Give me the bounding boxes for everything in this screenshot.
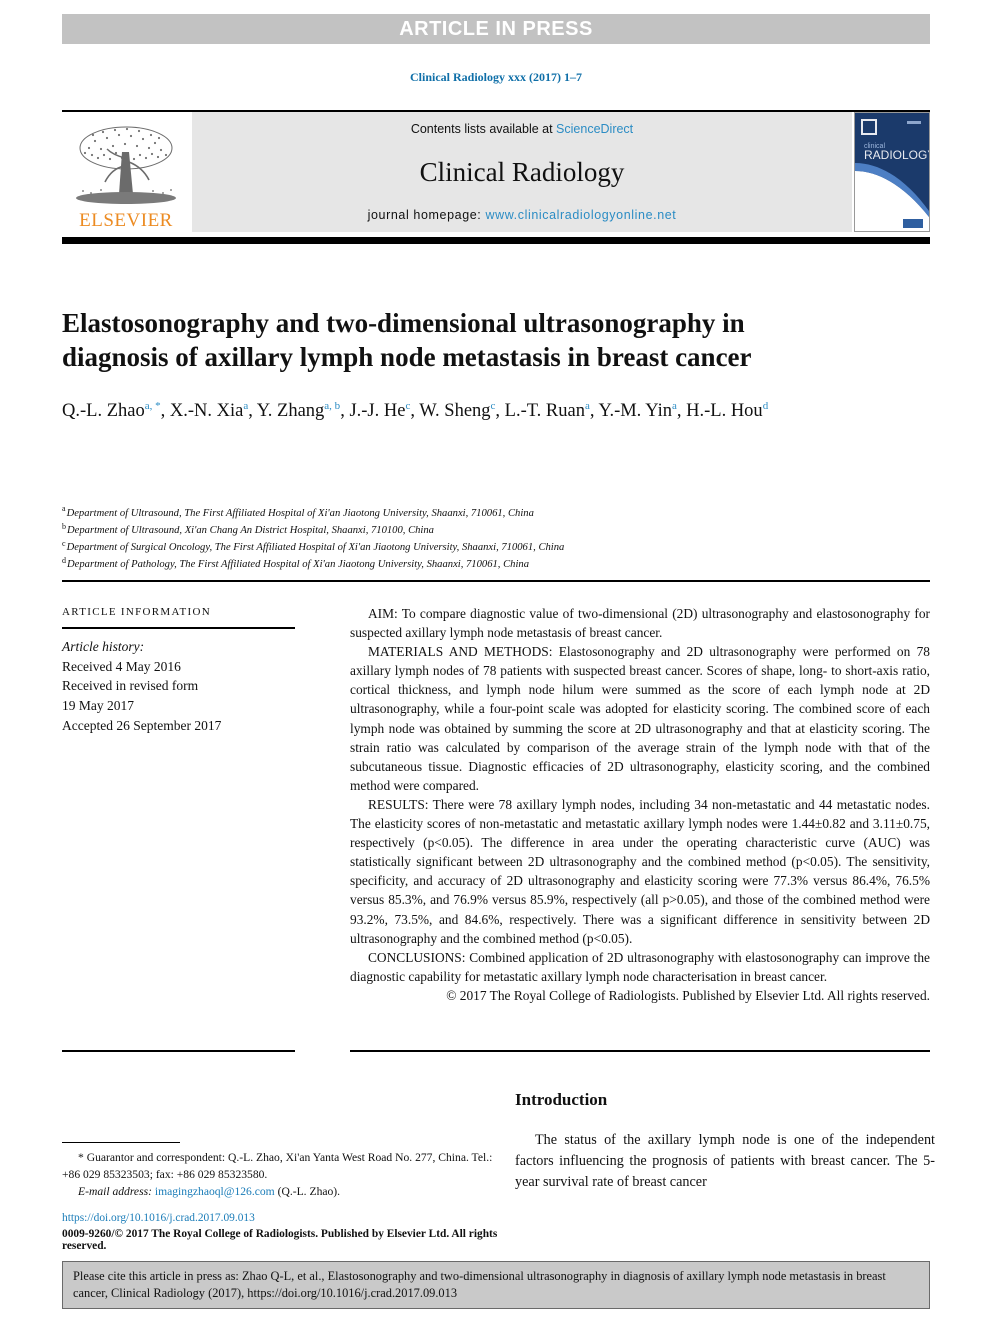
author-name: Q.-L. Zhao <box>62 401 145 421</box>
author-affiliation-mark: a <box>585 399 590 412</box>
author-affiliation-mark: a, b <box>324 399 341 412</box>
email-owner: (Q.-L. Zhao). <box>277 1184 341 1198</box>
journal-cover-thumbnail: clinical RADIOLOGY <box>854 112 930 232</box>
author-name: X.-N. Xia <box>169 401 244 421</box>
affiliation-item: aDepartment of Ultrasound, The First Aff… <box>62 505 862 522</box>
abstract-paragraph-aim: AIM: To compare diagnostic value of two-… <box>350 604 930 642</box>
affiliation-text: Department of Surgical Oncology, The Fir… <box>66 542 565 554</box>
abstract-panel: AIM: To compare diagnostic value of two-… <box>350 604 930 1005</box>
abstract-copyright: © 2017 The Royal College of Radiologists… <box>446 987 930 1003</box>
abstract-label-results: RESULTS: <box>368 796 429 812</box>
affiliation-mark: d <box>62 555 66 565</box>
introduction-heading: Introduction <box>515 1090 608 1109</box>
author-affiliation-mark: a <box>671 399 677 412</box>
journal-title: Clinical Radiology <box>419 156 625 187</box>
author-list: Q.-L. Zhaoa, *, X.-N. Xiaa, Y. Zhanga, b… <box>62 399 769 421</box>
abstract-label-aim: AIM: <box>368 606 398 621</box>
homepage-prefix: journal homepage: <box>367 208 486 222</box>
masthead-bottom-rule <box>62 237 930 244</box>
abstract-block-top-rule <box>62 580 930 582</box>
affiliation-item: dDepartment of Pathology, The First Affi… <box>62 556 862 573</box>
running-head-citation: Clinical Radiology xxx (2017) 1–7 <box>409 70 582 84</box>
journal-cover-artwork: clinical RADIOLOGY <box>855 113 929 231</box>
author-affiliation-mark: c <box>490 399 496 412</box>
abstract-label-conclusions: CONCLUSIONS: <box>368 949 466 965</box>
article-information-rule <box>62 627 295 629</box>
author-affiliation-mark: a, * <box>144 399 161 412</box>
article-in-press-label: ARTICLE IN PRESS <box>399 17 593 40</box>
journal-homepage-line: journal homepage: www.clinicalradiologyo… <box>368 208 677 222</box>
cite-this-article-text: Please cite this article in press as: Zh… <box>73 1269 886 1301</box>
article-information-heading: ARTICLE INFORMATION <box>62 606 212 618</box>
page-title: Elastosonography and two-dimensional ult… <box>62 308 752 373</box>
author-name: J.-J. He <box>349 401 406 421</box>
abstract-paragraph-results: RESULTS: There were 78 axillary lymph no… <box>350 795 930 948</box>
affiliation-text: Department of Ultrasound, The First Affi… <box>66 508 534 519</box>
abstract-column-bottom-rule <box>350 1050 930 1052</box>
affiliation-mark: c <box>62 538 66 548</box>
author-name: Y. Zhang <box>256 401 325 421</box>
article-history-block: Article history: Received 4 May 2016 Rec… <box>62 637 295 736</box>
affiliation-mark: b <box>62 521 66 531</box>
contents-lists-prefix: Contents lists available at <box>410 122 557 136</box>
elsevier-logo: ELSEVIER <box>62 112 190 232</box>
article-history-revised-label: Received in revised form <box>62 678 199 694</box>
author-name: L.-T. Ruan <box>504 401 585 421</box>
affiliation-text: Department of Pathology, The First Affil… <box>67 559 529 571</box>
introduction-paragraph: The status of the axillary lymph node is… <box>515 1132 935 1190</box>
email-line: E-mail address: imagingzhaoql@126.com (Q… <box>62 1184 502 1201</box>
corresponding-author-note: * Guarantor and correspondent: Q.-L. Zha… <box>62 1151 493 1181</box>
sciencedirect-link[interactable]: ScienceDirect <box>556 122 633 136</box>
affiliation-item: bDepartment of Ultrasound, Xi'an Chang A… <box>62 522 862 539</box>
abstract-text-results: There were 78 axillary lymph nodes, incl… <box>350 796 930 946</box>
author-affiliation-mark: a <box>243 399 249 412</box>
article-information-panel: ARTICLE INFORMATION Article history: Rec… <box>62 606 295 736</box>
article-history-accepted: Accepted 26 September 2017 <box>62 717 222 733</box>
author-name: Y.-M. Yin <box>598 401 672 421</box>
abstract-paragraph-methods: MATERIALS AND METHODS: Elastosonography … <box>350 642 930 795</box>
affiliation-mark: a <box>62 504 66 514</box>
journal-masthead: ELSEVIER Contents lists available at Sci… <box>62 110 930 232</box>
article-history-revised-date: 19 May 2017 <box>62 698 134 714</box>
abstract-text-aim: To compare diagnostic value of two-dimen… <box>350 606 930 641</box>
email-link[interactable]: imagingzhaoql@126.com <box>155 1185 275 1198</box>
footnote-separator-rule <box>62 1142 180 1143</box>
email-label: E-mail address: <box>78 1184 152 1198</box>
article-history-received: Received 4 May 2016 <box>62 658 181 674</box>
cite-this-article-box: Please cite this article in press as: Zh… <box>62 1261 930 1309</box>
masthead-center-panel: Contents lists available at ScienceDirec… <box>192 112 852 232</box>
elsevier-wordmark: ELSEVIER <box>79 210 173 231</box>
affiliation-text: Department of Ultrasound, Xi'an Chang An… <box>67 525 434 537</box>
issn-copyright-line: 0009-9260/© 2017 The Royal College of Ra… <box>62 1228 498 1252</box>
affiliation-item: cDepartment of Surgical Oncology, The Fi… <box>62 539 862 556</box>
footnote-block: * Guarantor and correspondent: Q.-L. Zha… <box>62 1150 502 1201</box>
author-name: W. Sheng <box>419 401 491 421</box>
contents-lists-line: Contents lists available at ScienceDirec… <box>411 122 633 136</box>
elsevier-tree-icon <box>76 126 176 204</box>
author-name: H.-L. Hou <box>686 401 763 421</box>
info-column-bottom-rule <box>62 1050 295 1052</box>
journal-homepage-link[interactable]: www.clinicalradiologyonline.net <box>485 208 676 222</box>
doi-link[interactable]: https://doi.org/10.1016/j.crad.2017.09.0… <box>62 1212 255 1224</box>
affiliation-list: aDepartment of Ultrasound, The First Aff… <box>62 505 862 574</box>
author-affiliation-mark: c <box>405 399 411 412</box>
abstract-text-methods: Elastosonography and 2D ultrasonography … <box>350 644 930 793</box>
article-history-label: Article history: <box>62 639 145 654</box>
introduction-body: The status of the axillary lymph node is… <box>515 1130 935 1193</box>
author-affiliation-mark: d <box>762 399 769 412</box>
abstract-label-methods: MATERIALS AND METHODS: <box>368 644 553 660</box>
abstract-paragraph-conclusions: CONCLUSIONS: Combined application of 2D … <box>350 948 930 986</box>
svg-text:RADIOLOGY: RADIOLOGY <box>864 148 929 162</box>
article-in-press-banner: ARTICLE IN PRESS <box>62 14 930 44</box>
